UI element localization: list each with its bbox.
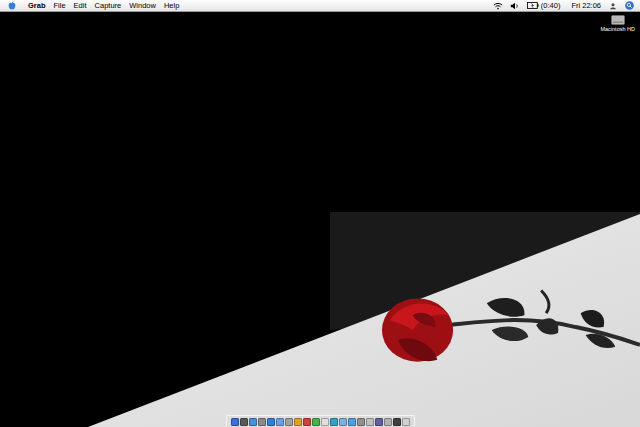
dock-app-icon[interactable] <box>267 418 275 426</box>
dock-app-icon[interactable] <box>249 418 257 426</box>
app-menu[interactable]: Grab <box>28 1 46 10</box>
menu-item[interactable]: Edit <box>74 0 87 11</box>
apple-menu-icon[interactable] <box>8 1 16 10</box>
dock-app-icon[interactable] <box>393 418 401 426</box>
dock-app-icon[interactable] <box>294 418 302 426</box>
battery-icon <box>527 2 539 9</box>
dock-app-icon[interactable] <box>366 418 374 426</box>
dock-app-icon[interactable] <box>240 418 248 426</box>
dock-app-icon[interactable] <box>285 418 293 426</box>
clock[interactable]: Fri 22:06 <box>571 0 601 11</box>
menu-item[interactable]: Window <box>129 0 156 11</box>
dock-app-icon[interactable] <box>402 418 410 426</box>
menu-bar: Grab File Edit Capture Window Help (0:40) Fri 2… <box>0 0 640 12</box>
user-switch-icon[interactable] <box>608 2 618 10</box>
menu-item[interactable]: Capture <box>95 0 122 11</box>
menu-item[interactable]: Help <box>164 0 179 11</box>
desktop-icon[interactable]: Macintosh HD <box>599 15 636 32</box>
dock-app-icon[interactable] <box>276 418 284 426</box>
dock-app-icon[interactable] <box>258 418 266 426</box>
desktop-area: Macintosh HD <box>0 12 640 415</box>
volume-icon[interactable] <box>510 2 520 10</box>
dock-app-icon[interactable] <box>357 418 365 426</box>
dock-app-icon[interactable] <box>303 418 311 426</box>
dock-app-icon[interactable] <box>330 418 338 426</box>
wifi-icon[interactable] <box>493 2 503 10</box>
dock-app-icon[interactable] <box>348 418 356 426</box>
dock <box>226 415 415 427</box>
rose-icon <box>378 285 640 380</box>
spotlight-icon[interactable] <box>625 1 634 10</box>
wallpaper <box>0 0 640 427</box>
dock-app-icon[interactable] <box>312 418 320 426</box>
dock-app-icon[interactable] <box>375 418 383 426</box>
menu-item[interactable]: File <box>54 0 66 11</box>
hard-drive-icon <box>611 15 625 25</box>
battery-status[interactable]: (0:40) <box>527 0 561 11</box>
dock-app-icon[interactable] <box>321 418 329 426</box>
dock-app-icon[interactable] <box>231 418 239 426</box>
desktop-screen: Grab File Edit Capture Window Help (0:40) Fri 2… <box>0 0 640 427</box>
dock-app-icon[interactable] <box>339 418 347 426</box>
dock-app-icon[interactable] <box>384 418 392 426</box>
